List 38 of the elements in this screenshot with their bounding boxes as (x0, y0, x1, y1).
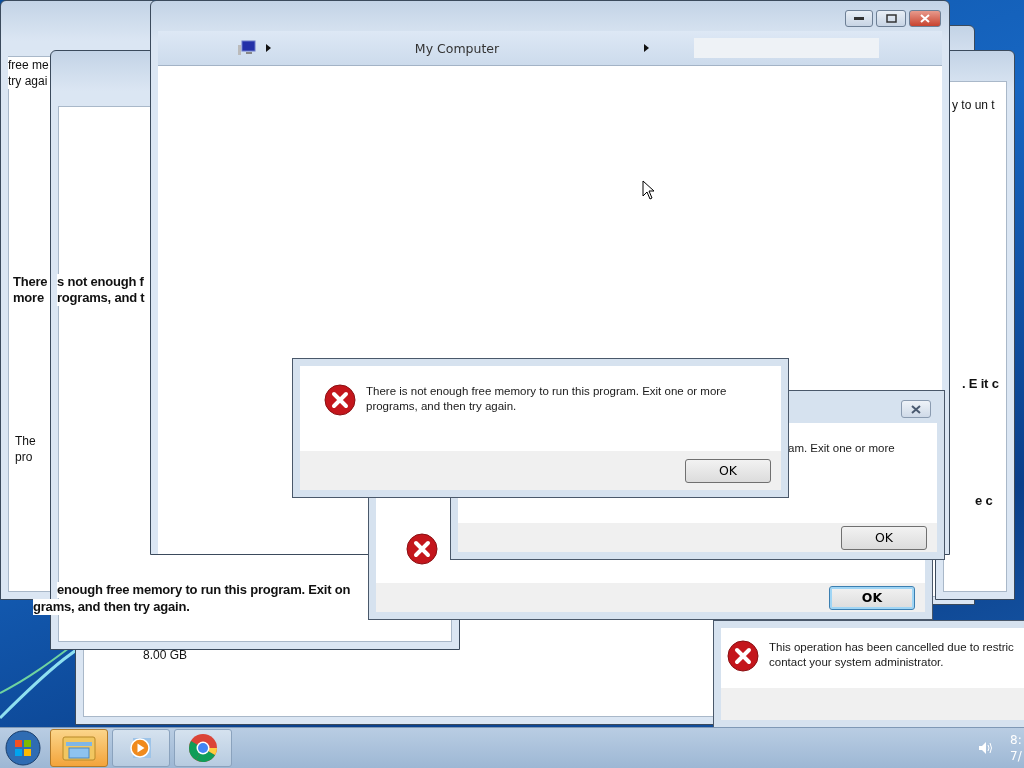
close-icon (911, 404, 921, 414)
start-button[interactable] (5, 730, 41, 766)
computer-icon (238, 40, 256, 56)
message-text: y to un t (952, 97, 995, 113)
error-icon (727, 640, 759, 672)
message-text: grams, and then try again. (33, 599, 190, 615)
chevron-icon (264, 43, 272, 53)
location-text: My Computer (413, 40, 501, 56)
error-message: am. Exit one or more (788, 441, 895, 456)
ok-button[interactable]: OK (841, 525, 927, 550)
error-icon (324, 384, 356, 416)
search-field[interactable] (694, 38, 879, 58)
error-message: This operation has been cancelled due to restric contact your system administrator. (769, 640, 1014, 670)
taskbar-button[interactable] (174, 729, 232, 767)
minimize-button[interactable] (845, 10, 873, 27)
close-button[interactable] (909, 10, 941, 27)
volume-icon (978, 741, 994, 755)
message-text: s not enough f rograms, and t (57, 274, 145, 306)
ok-button[interactable]: OK (685, 458, 771, 483)
browser-icon (188, 733, 218, 763)
minimize-icon (854, 16, 864, 21)
taskbar-button[interactable] (112, 729, 170, 767)
restore-icon (885, 14, 897, 23)
close-icon (920, 14, 930, 23)
close-button[interactable] (901, 400, 931, 418)
mouse-cursor-icon (642, 180, 656, 200)
error-icon (406, 533, 438, 565)
message-text: enough free memory to run this program. Exit on (57, 582, 351, 598)
address-bar[interactable]: My Computer (158, 31, 942, 66)
taskbar-button[interactable] (50, 729, 108, 767)
maximize-button[interactable] (876, 10, 906, 27)
message-text: The pro (15, 433, 36, 465)
chevron-icon (642, 43, 650, 53)
folder-icon (62, 734, 96, 762)
error-message: There is not enough free memory to run this program. Exit one or more programs, and then try again. (366, 384, 727, 414)
message-text: free me try agai (8, 57, 49, 89)
media-player-icon (128, 735, 154, 761)
ok-button[interactable]: OK (829, 585, 915, 610)
